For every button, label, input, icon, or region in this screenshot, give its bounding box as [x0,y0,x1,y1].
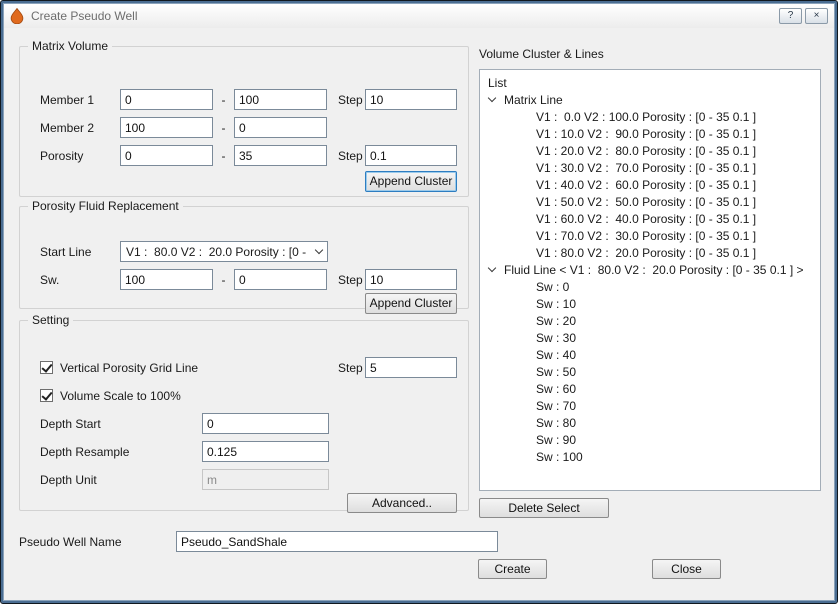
depth-start-input[interactable] [202,413,329,434]
sw-step-input[interactable] [365,269,457,290]
member2-row: Member 2 - [40,117,457,138]
fluid-line-item[interactable]: Sw : 50 [480,363,820,380]
matrix-line-item[interactable]: V1 : 70.0 V2 : 30.0 Porosity : [0 - 35 0… [480,227,820,244]
member1-to-input[interactable] [234,89,327,110]
grid-step-label: Step [338,360,363,375]
matrix-volume-group: Matrix Volume Member 1 - Step Member 2 -… [19,39,469,197]
start-line-label: Start Line [40,244,92,259]
depth-resample-input[interactable] [202,441,329,462]
matrix-line-item[interactable]: V1 : 0.0 V2 : 100.0 Porosity : [0 - 35 0… [480,108,820,125]
fluid-line-item[interactable]: Sw : 20 [480,312,820,329]
matrix-line-item[interactable]: V1 : 20.0 V2 : 80.0 Porosity : [0 - 35 0… [480,142,820,159]
cluster-tree: List Matrix Line V1 : 0.0 V2 : 100.0 Por… [479,69,821,491]
start-line-row: Start Line V1 : 80.0 V2 : 20.0 Porosity … [40,241,457,262]
member1-step-input[interactable] [365,89,457,110]
porosity-to-input[interactable] [234,145,327,166]
fluid-line-label[interactable]: Fluid Line < V1 : 80.0 V2 : 20.0 Porosit… [504,263,804,277]
pseudo-well-name-input[interactable] [176,531,498,552]
sw-to-input[interactable] [234,269,327,290]
matrix-line-label[interactable]: Matrix Line [504,93,563,107]
app-logo-icon [10,7,24,25]
matrix-line-item[interactable]: V1 : 10.0 V2 : 90.0 Porosity : [0 - 35 0… [480,125,820,142]
depth-unit-label: Depth Unit [40,472,97,487]
matrix-line-item[interactable]: V1 : 60.0 V2 : 40.0 Porosity : [0 - 35 0… [480,210,820,227]
porosity-step-input[interactable] [365,145,457,166]
help-button[interactable]: ? [779,8,802,24]
delete-select-button[interactable]: Delete Select [479,498,609,518]
start-line-combobox[interactable]: V1 : 80.0 V2 : 20.0 Porosity : [0 - [120,241,328,262]
porosity-fluid-replacement-group: Porosity Fluid Replacement Start Line V1… [19,199,469,314]
fluid-line-item[interactable]: Sw : 10 [480,295,820,312]
setting-title: Setting [32,313,70,327]
range-separator: - [221,148,226,163]
member1-row: Member 1 - Step [40,89,457,110]
member1-from-input[interactable] [120,89,213,110]
member2-from-input[interactable] [120,117,213,138]
fluid-line-branch[interactable]: Fluid Line < V1 : 80.0 V2 : 20.0 Porosit… [480,261,820,278]
sw-row: Sw. - Step [40,269,457,290]
depth-resample-label: Depth Resample [40,444,130,459]
sw-label: Sw. [40,272,60,287]
volume-scale-checkbox[interactable] [40,389,53,402]
setting-group: Setting Vertical Porosity Grid Line Step… [19,313,469,513]
vertical-grid-row: Vertical Porosity Grid Line Step [40,357,457,378]
fluid-line-item[interactable]: Sw : 30 [480,329,820,346]
fluid-line-item[interactable]: Sw : 80 [480,414,820,431]
close-button[interactable]: Close [652,559,721,579]
grid-step-input[interactable] [365,357,457,378]
matrix-line-branch[interactable]: Matrix Line [480,91,820,108]
range-separator: - [221,92,226,107]
depth-unit-row: Depth Unit [40,469,457,490]
depth-start-row: Depth Start [40,413,457,434]
create-pseudo-well-dialog: Create Pseudo Well ? × Matrix Volume Mem… [0,0,838,604]
porosity-step-label: Step [338,148,363,163]
matrix-line-item[interactable]: V1 : 80.0 V2 : 20.0 Porosity : [0 - 35 0… [480,244,820,261]
sw-from-input[interactable] [120,269,213,290]
volume-scale-label[interactable]: Volume Scale to 100% [60,389,181,403]
fluid-line-item[interactable]: Sw : 100 [480,448,820,465]
chevron-down-icon[interactable] [487,93,497,103]
matrix-append-cluster-button[interactable]: Append Cluster [365,171,457,192]
advanced-button[interactable]: Advanced.. [347,493,457,513]
fluid-line-item[interactable]: Sw : 40 [480,346,820,363]
fluid-line-item[interactable]: Sw : 60 [480,380,820,397]
chevron-down-icon[interactable] [487,263,497,273]
depth-resample-row: Depth Resample [40,441,457,462]
pseudo-well-name-label: Pseudo Well Name [19,534,122,549]
fluid-line-item[interactable]: Sw : 90 [480,431,820,448]
member1-step-label: Step [338,92,363,107]
matrix-volume-title: Matrix Volume [32,39,109,53]
fluid-append-cluster-button[interactable]: Append Cluster [365,293,457,314]
tree-header: List [488,75,507,90]
fluid-line-item[interactable]: Sw : 70 [480,397,820,414]
pseudo-well-name-row: Pseudo Well Name [19,531,498,552]
titlebar[interactable]: Create Pseudo Well ? × [4,4,834,28]
start-line-value: V1 : 80.0 V2 : 20.0 Porosity : [0 - [126,244,307,259]
matrix-line-item[interactable]: V1 : 40.0 V2 : 60.0 Porosity : [0 - 35 0… [480,176,820,193]
vertical-grid-label[interactable]: Vertical Porosity Grid Line [60,361,198,375]
porosity-from-input[interactable] [120,145,213,166]
depth-unit-input [202,469,329,490]
matrix-line-item[interactable]: V1 : 30.0 V2 : 70.0 Porosity : [0 - 35 0… [480,159,820,176]
fluid-line-item[interactable]: Sw : 0 [480,278,820,295]
member2-to-input[interactable] [234,117,327,138]
range-separator: - [221,120,226,135]
fluid-replacement-title: Porosity Fluid Replacement [32,199,179,213]
range-separator: - [221,272,226,287]
create-button[interactable]: Create [478,559,547,579]
depth-start-label: Depth Start [40,416,101,431]
porosity-row: Porosity - Step [40,145,457,166]
close-window-button[interactable]: × [805,8,828,24]
chevron-down-icon[interactable] [314,245,324,255]
member2-label: Member 2 [40,120,95,135]
porosity-label: Porosity [40,148,84,163]
matrix-line-item[interactable]: V1 : 50.0 V2 : 50.0 Porosity : [0 - 35 0… [480,193,820,210]
vertical-grid-checkbox[interactable] [40,361,53,374]
volume-scale-row: Volume Scale to 100% [40,385,457,406]
window-title: Create Pseudo Well [31,9,138,23]
sw-step-label: Step [338,272,363,287]
member1-label: Member 1 [40,92,95,107]
cluster-panel-title: Volume Cluster & Lines [479,47,604,61]
